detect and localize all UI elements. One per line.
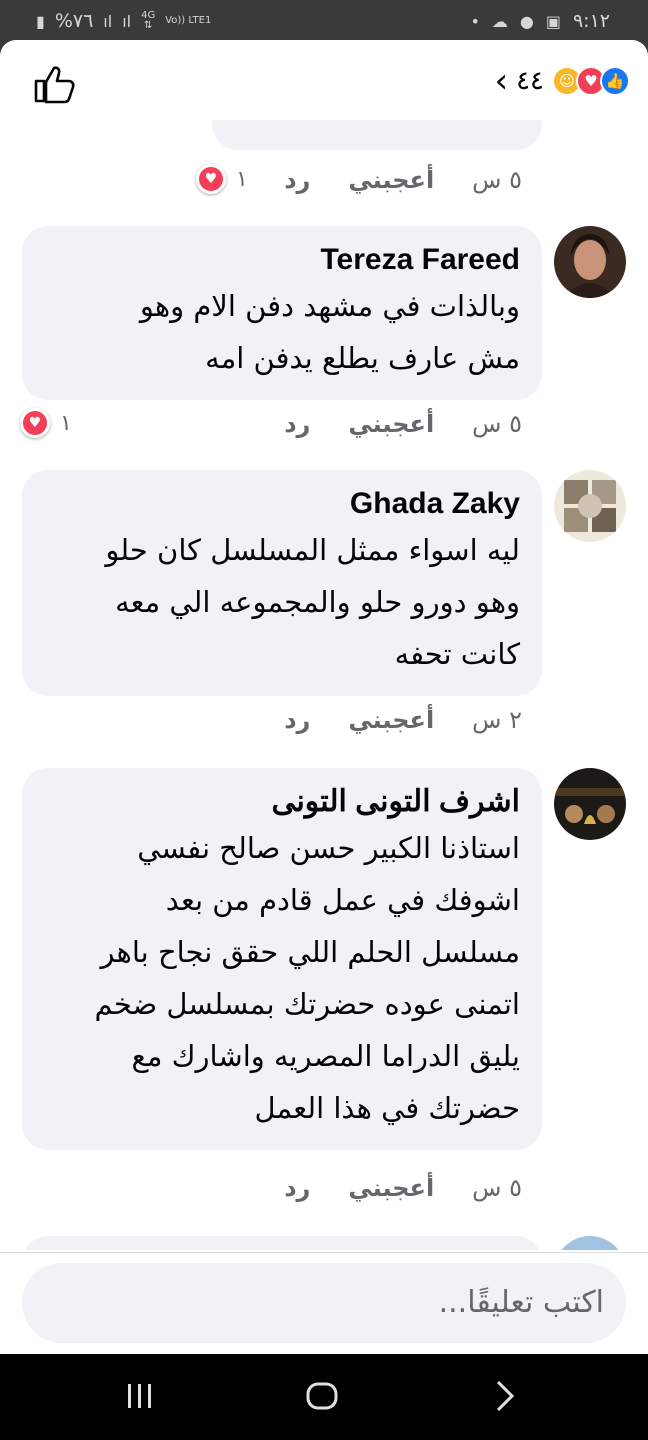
- sheet-header: ‹ ٤٤ ☺ ♥ 👍: [0, 40, 648, 120]
- reply-button[interactable]: رد: [284, 1174, 310, 1202]
- like-button[interactable]: أعجبني: [348, 1174, 434, 1202]
- reply-button[interactable]: رد: [284, 410, 310, 438]
- battery-icon: ▮: [36, 11, 45, 31]
- like-button[interactable]: أعجبني: [348, 410, 434, 438]
- comment-text-line: حضرتك في هذا العمل: [254, 1091, 520, 1125]
- comment-bubble-partial: [212, 120, 542, 150]
- chevron-left-icon[interactable]: ‹: [494, 64, 508, 98]
- comment-author[interactable]: اشرف التونى التونى: [44, 782, 520, 822]
- heart-icon: ♥: [196, 164, 226, 194]
- signal-icon: ıl: [103, 11, 113, 31]
- cloud-icon: ☁: [491, 11, 508, 31]
- comment-text-line: اشوفك في عمل قادم من بعد: [165, 883, 520, 917]
- system-nav-bar: [0, 1354, 648, 1440]
- comment-text-line: وبالذات في مشهد دفن الام وهو: [139, 289, 520, 323]
- reply-button[interactable]: رد: [284, 166, 310, 194]
- comment-bubble: اشرف التونى التونى استاذنا الكبير حسن صا…: [22, 768, 542, 1150]
- like-button[interactable]: أعجبني: [348, 706, 434, 734]
- avatar[interactable]: [554, 470, 626, 542]
- comment-actions: ٥ س أعجبني رد: [246, 166, 522, 194]
- reaction-badge[interactable]: ♥ ١: [196, 164, 248, 194]
- reaction-summary[interactable]: ‹ ٤٤ ☺ ♥ 👍: [494, 64, 630, 98]
- volte-indicator: Vo)) LTE1: [165, 15, 212, 26]
- comment-bubble-partial: [22, 1236, 542, 1250]
- network-type: 4G ⇅: [141, 10, 156, 31]
- comment-actions: ٢ س أعجبني رد: [246, 706, 522, 734]
- like-reaction-icon: 👍: [600, 66, 630, 96]
- like-button[interactable]: أعجبني: [348, 166, 434, 194]
- status-bar: ▮ %٧٦ ıl ıl 4G ⇅ Vo)) LTE1 • ☁ ● ▣ ٩:١٢: [0, 0, 648, 42]
- comment-actions: ٥ س أعجبني رد: [246, 410, 522, 438]
- comment-text-line: وهو دورو حلو والمجموعه الي معه: [115, 585, 520, 619]
- battery-level: %٧٦: [54, 10, 94, 32]
- avatar[interactable]: [554, 226, 626, 298]
- comment-text-line: ليه اسواء ممثل المسلسل كان حلو: [105, 533, 520, 567]
- comments-sheet: ‹ ٤٤ ☺ ♥ 👍 ٥ س أعجبني رد ♥ ١ Tereza Fare…: [0, 40, 648, 1354]
- home-icon[interactable]: [302, 1376, 342, 1416]
- comment-time: ٥ س: [472, 410, 522, 438]
- avatar[interactable]: [554, 768, 626, 840]
- comment-text-line: كانت تحفه: [394, 637, 520, 671]
- gallery-icon: ▣: [545, 11, 561, 31]
- comment-list[interactable]: ٥ س أعجبني رد ♥ ١ Tereza Fareed وبالذات …: [0, 120, 648, 1250]
- recent-apps-icon[interactable]: [120, 1376, 160, 1416]
- back-icon[interactable]: [484, 1376, 524, 1416]
- comment-author[interactable]: Tereza Fareed: [44, 240, 520, 280]
- signal-icon-2: ıl: [122, 11, 132, 31]
- reaction-badge[interactable]: ♥ ١: [20, 408, 72, 438]
- status-left: ▮ %٧٦ ıl ıl 4G ⇅ Vo)) LTE1: [36, 10, 211, 32]
- comment-time: ٥ س: [472, 166, 522, 194]
- comment-text-line: اتمنى عوده حضرتك بمسلسل ضخم: [94, 987, 520, 1021]
- status-time: ٩:١٢: [572, 10, 610, 32]
- comment-composer: اكتب تعليقًا...: [0, 1252, 648, 1354]
- comment-time: ٥ س: [472, 1174, 522, 1202]
- avatar[interactable]: [554, 1236, 626, 1250]
- heart-icon: ♥: [20, 408, 50, 438]
- like-icon[interactable]: [32, 64, 76, 104]
- comment-text-line: يليق الدراما المصريه واشارك مع: [131, 1039, 520, 1073]
- reaction-count: ٤٤: [516, 66, 544, 96]
- comment-text-line: مش عارف يطلع يدفن امه: [205, 341, 520, 375]
- ball-icon: ●: [519, 11, 534, 31]
- comment-bubble: Tereza Fareed وبالذات في مشهد دفن الام و…: [22, 226, 542, 400]
- comment-author[interactable]: Ghada Zaky: [44, 484, 520, 524]
- comment-text-line: مسلسل الحلم اللي حقق نجاح باهر: [100, 935, 520, 969]
- comment-bubble: Ghada Zaky ليه اسواء ممثل المسلسل كان حل…: [22, 470, 542, 696]
- comment-time: ٢ س: [472, 706, 522, 734]
- comment-input[interactable]: اكتب تعليقًا...: [22, 1263, 626, 1343]
- reply-button[interactable]: رد: [284, 706, 310, 734]
- status-right: • ☁ ● ▣ ٩:١٢: [470, 10, 610, 32]
- dot-icon: •: [470, 11, 480, 31]
- comment-actions: ٥ س أعجبني رد: [246, 1174, 522, 1202]
- comment-text-line: استاذنا الكبير حسن صالح نفسي: [137, 831, 520, 865]
